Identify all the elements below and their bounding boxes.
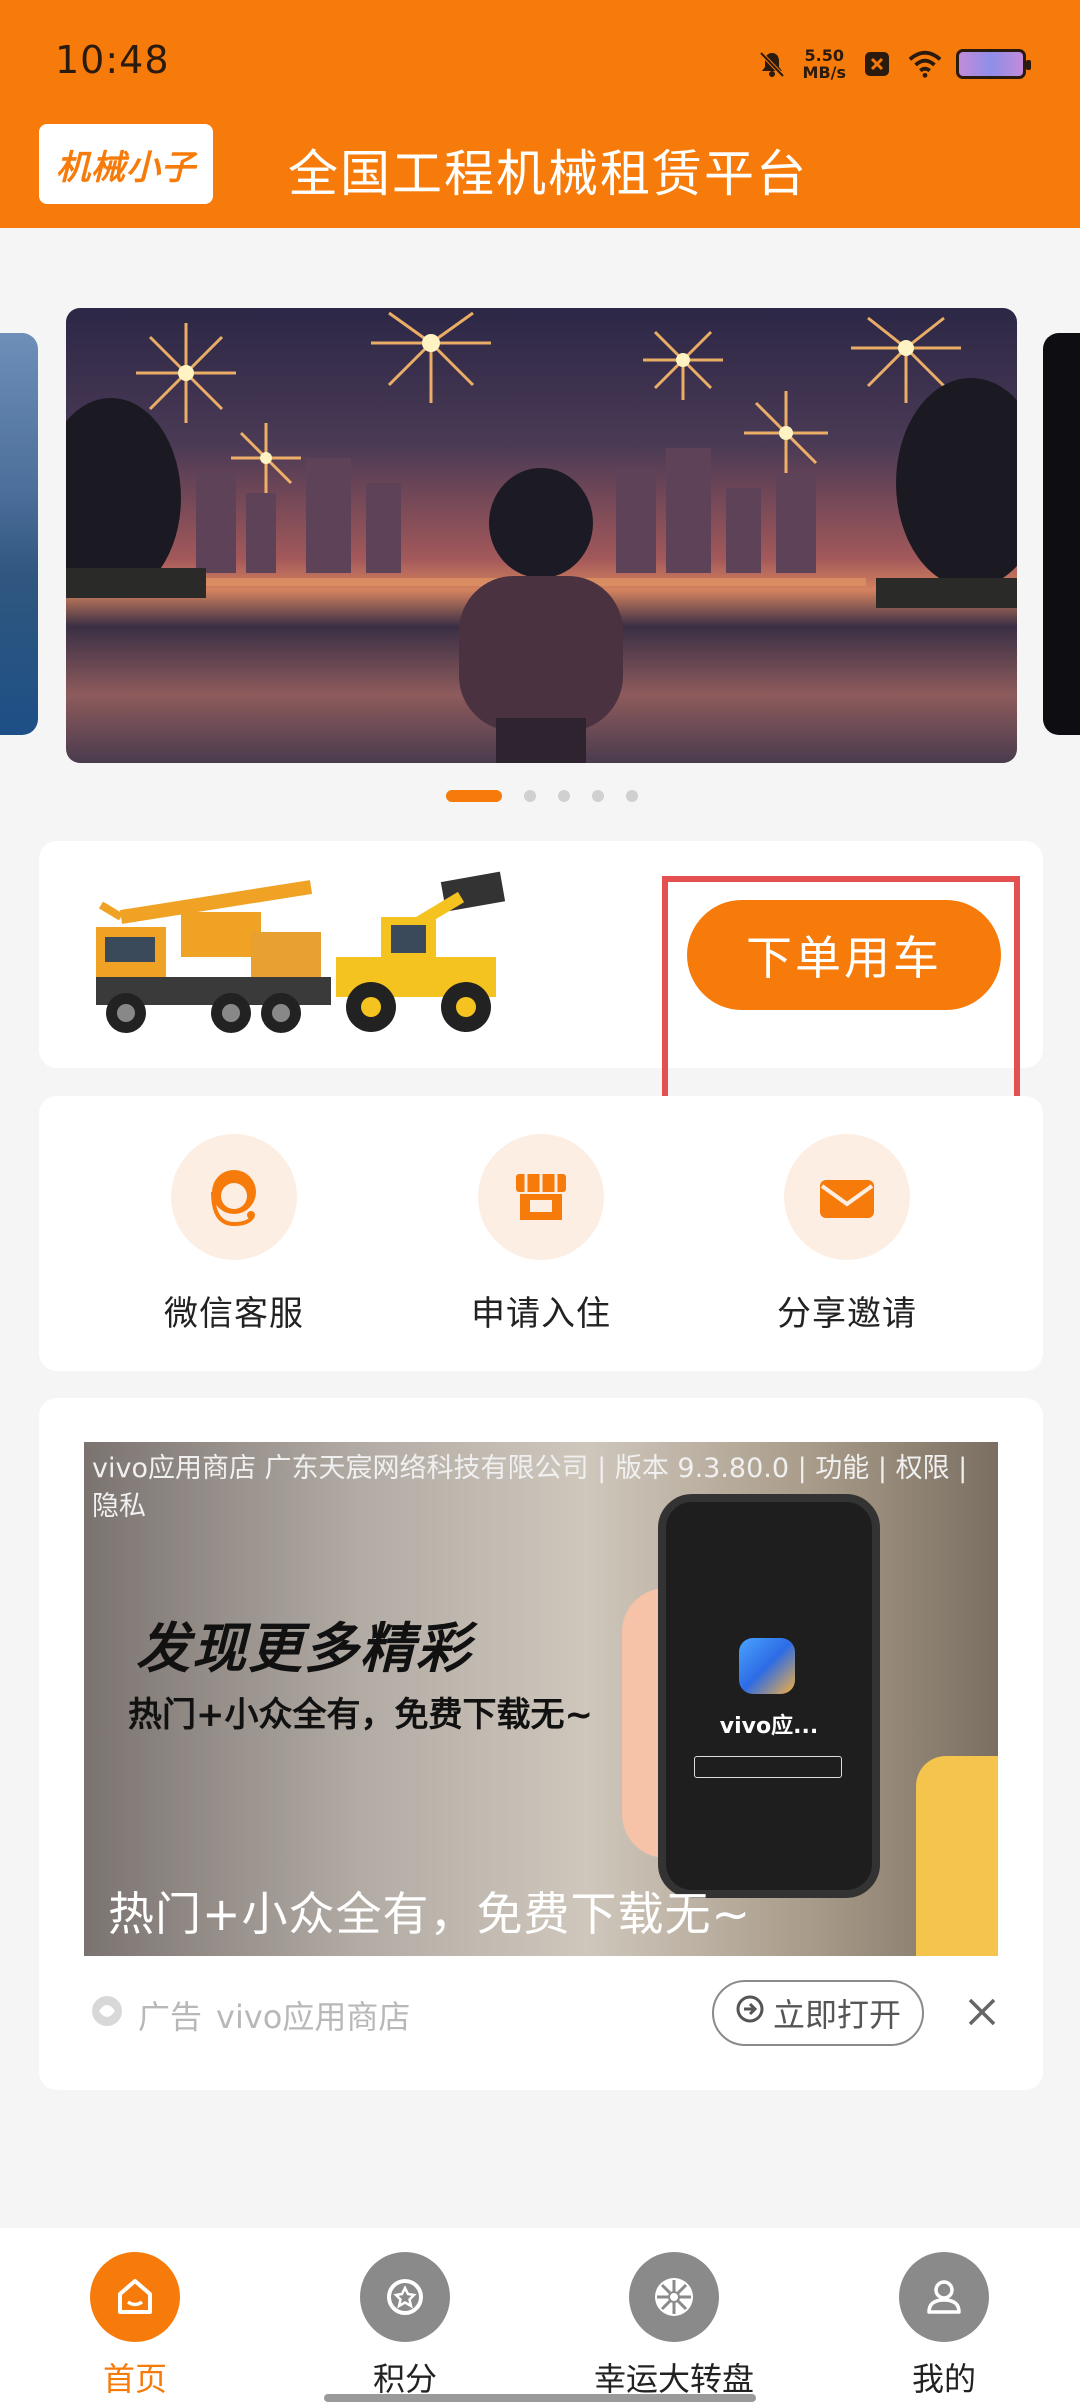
net-speed: 5.50 MB/s <box>803 47 846 81</box>
order-vehicle-button[interactable]: 下单用车 <box>687 900 1001 1010</box>
carousel-prev-slide[interactable] <box>0 333 38 735</box>
nav-item-lucky-wheel[interactable]: 幸运大转盘 <box>574 2252 774 2400</box>
status-time: 10:48 <box>55 38 170 82</box>
ad-caption: 热门+小众全有，免费下载无~ <box>108 1887 752 1941</box>
carousel-dot[interactable] <box>524 790 536 802</box>
ad-open-button[interactable]: 立即打开 <box>712 1980 924 2046</box>
user-icon <box>899 2252 989 2342</box>
star-icon <box>360 2252 450 2342</box>
wheel-icon <box>629 2252 719 2342</box>
home-indicator[interactable] <box>324 2394 756 2402</box>
nav-item-points[interactable]: 积分 <box>305 2252 505 2400</box>
mute-bell-icon <box>755 47 789 81</box>
quick-action-label: 分享邀请 <box>777 1294 917 1334</box>
ad-headline: 发现更多精彩 <box>136 1617 472 1680</box>
app-store-icon <box>739 1638 795 1694</box>
ad-tag: 广告 <box>138 1998 203 2036</box>
customer-service-icon <box>171 1134 297 1260</box>
carousel-banner-image[interactable] <box>66 308 1017 763</box>
ad-source-logo-icon <box>90 1994 124 2036</box>
battery-icon <box>956 49 1031 79</box>
wifi-icon <box>908 47 942 81</box>
home-icon <box>90 2252 180 2342</box>
phone-search-bar <box>694 1756 842 1778</box>
ad-subline: 热门+小众全有，免费下载无~ <box>128 1695 593 1735</box>
quick-action-wechat-service[interactable]: 微信客服 <box>134 1134 334 1335</box>
quick-action-share-invite[interactable]: 分享邀请 <box>747 1134 947 1335</box>
nav-item-mine[interactable]: 我的 <box>844 2252 1044 2400</box>
notification-x-icon <box>860 47 894 81</box>
header: 10:48 5.50 MB/s 机械小子 全国工程机械租赁平台 <box>0 0 1080 228</box>
ad-close-icon[interactable] <box>962 1992 1002 2032</box>
net-speed-unit: MB/s <box>802 63 846 82</box>
store-icon <box>478 1134 604 1260</box>
nav-item-home[interactable]: 首页 <box>35 2252 235 2400</box>
status-icons: 5.50 MB/s <box>755 42 1031 86</box>
app-logo: 机械小子 <box>39 124 213 204</box>
sleeve-image <box>916 1756 998 1956</box>
quick-action-label: 申请入住 <box>471 1294 611 1334</box>
phone-app-label: vivo应... <box>719 1714 819 1739</box>
open-arrow-icon <box>735 1994 765 2032</box>
quick-actions-card: 微信客服 申请入住 分享邀请 <box>39 1096 1043 1371</box>
quick-action-apply-join[interactable]: 申请入住 <box>441 1134 641 1335</box>
page-title: 全国工程机械租赁平台 <box>288 145 808 203</box>
app-screen: 10:48 5.50 MB/s 机械小子 全国工程机械租赁平台 下单用车 微信客… <box>0 0 1080 2408</box>
carousel-indicator <box>446 790 638 802</box>
carousel-dot-active[interactable] <box>446 790 502 802</box>
carousel-next-slide[interactable] <box>1043 333 1080 735</box>
net-speed-value: 5.50 <box>804 46 844 65</box>
ad-source: 广告 vivo应用商店 <box>90 1992 410 2038</box>
carousel-dot[interactable] <box>558 790 570 802</box>
quick-action-label: 微信客服 <box>164 1294 304 1334</box>
ad-open-label: 立即打开 <box>772 1997 901 2033</box>
bottom-nav: 首页 积分 幸运大转盘 我的 <box>0 2228 1080 2408</box>
logo-text: 机械小子 <box>56 147 196 188</box>
construction-vehicles-image <box>96 871 506 1033</box>
carousel-dot[interactable] <box>592 790 604 802</box>
nav-label: 首页 <box>102 2360 167 2398</box>
carousel-dot[interactable] <box>626 790 638 802</box>
ad-banner[interactable]: vivo应用商店 广东天宸网络科技有限公司 | 版本 9.3.80.0 | 功能… <box>84 1442 998 1956</box>
nav-label: 我的 <box>911 2360 976 2398</box>
ad-source-name: vivo应用商店 <box>216 1998 411 2036</box>
phone-image: vivo应... <box>658 1494 880 1898</box>
envelope-icon <box>784 1134 910 1260</box>
